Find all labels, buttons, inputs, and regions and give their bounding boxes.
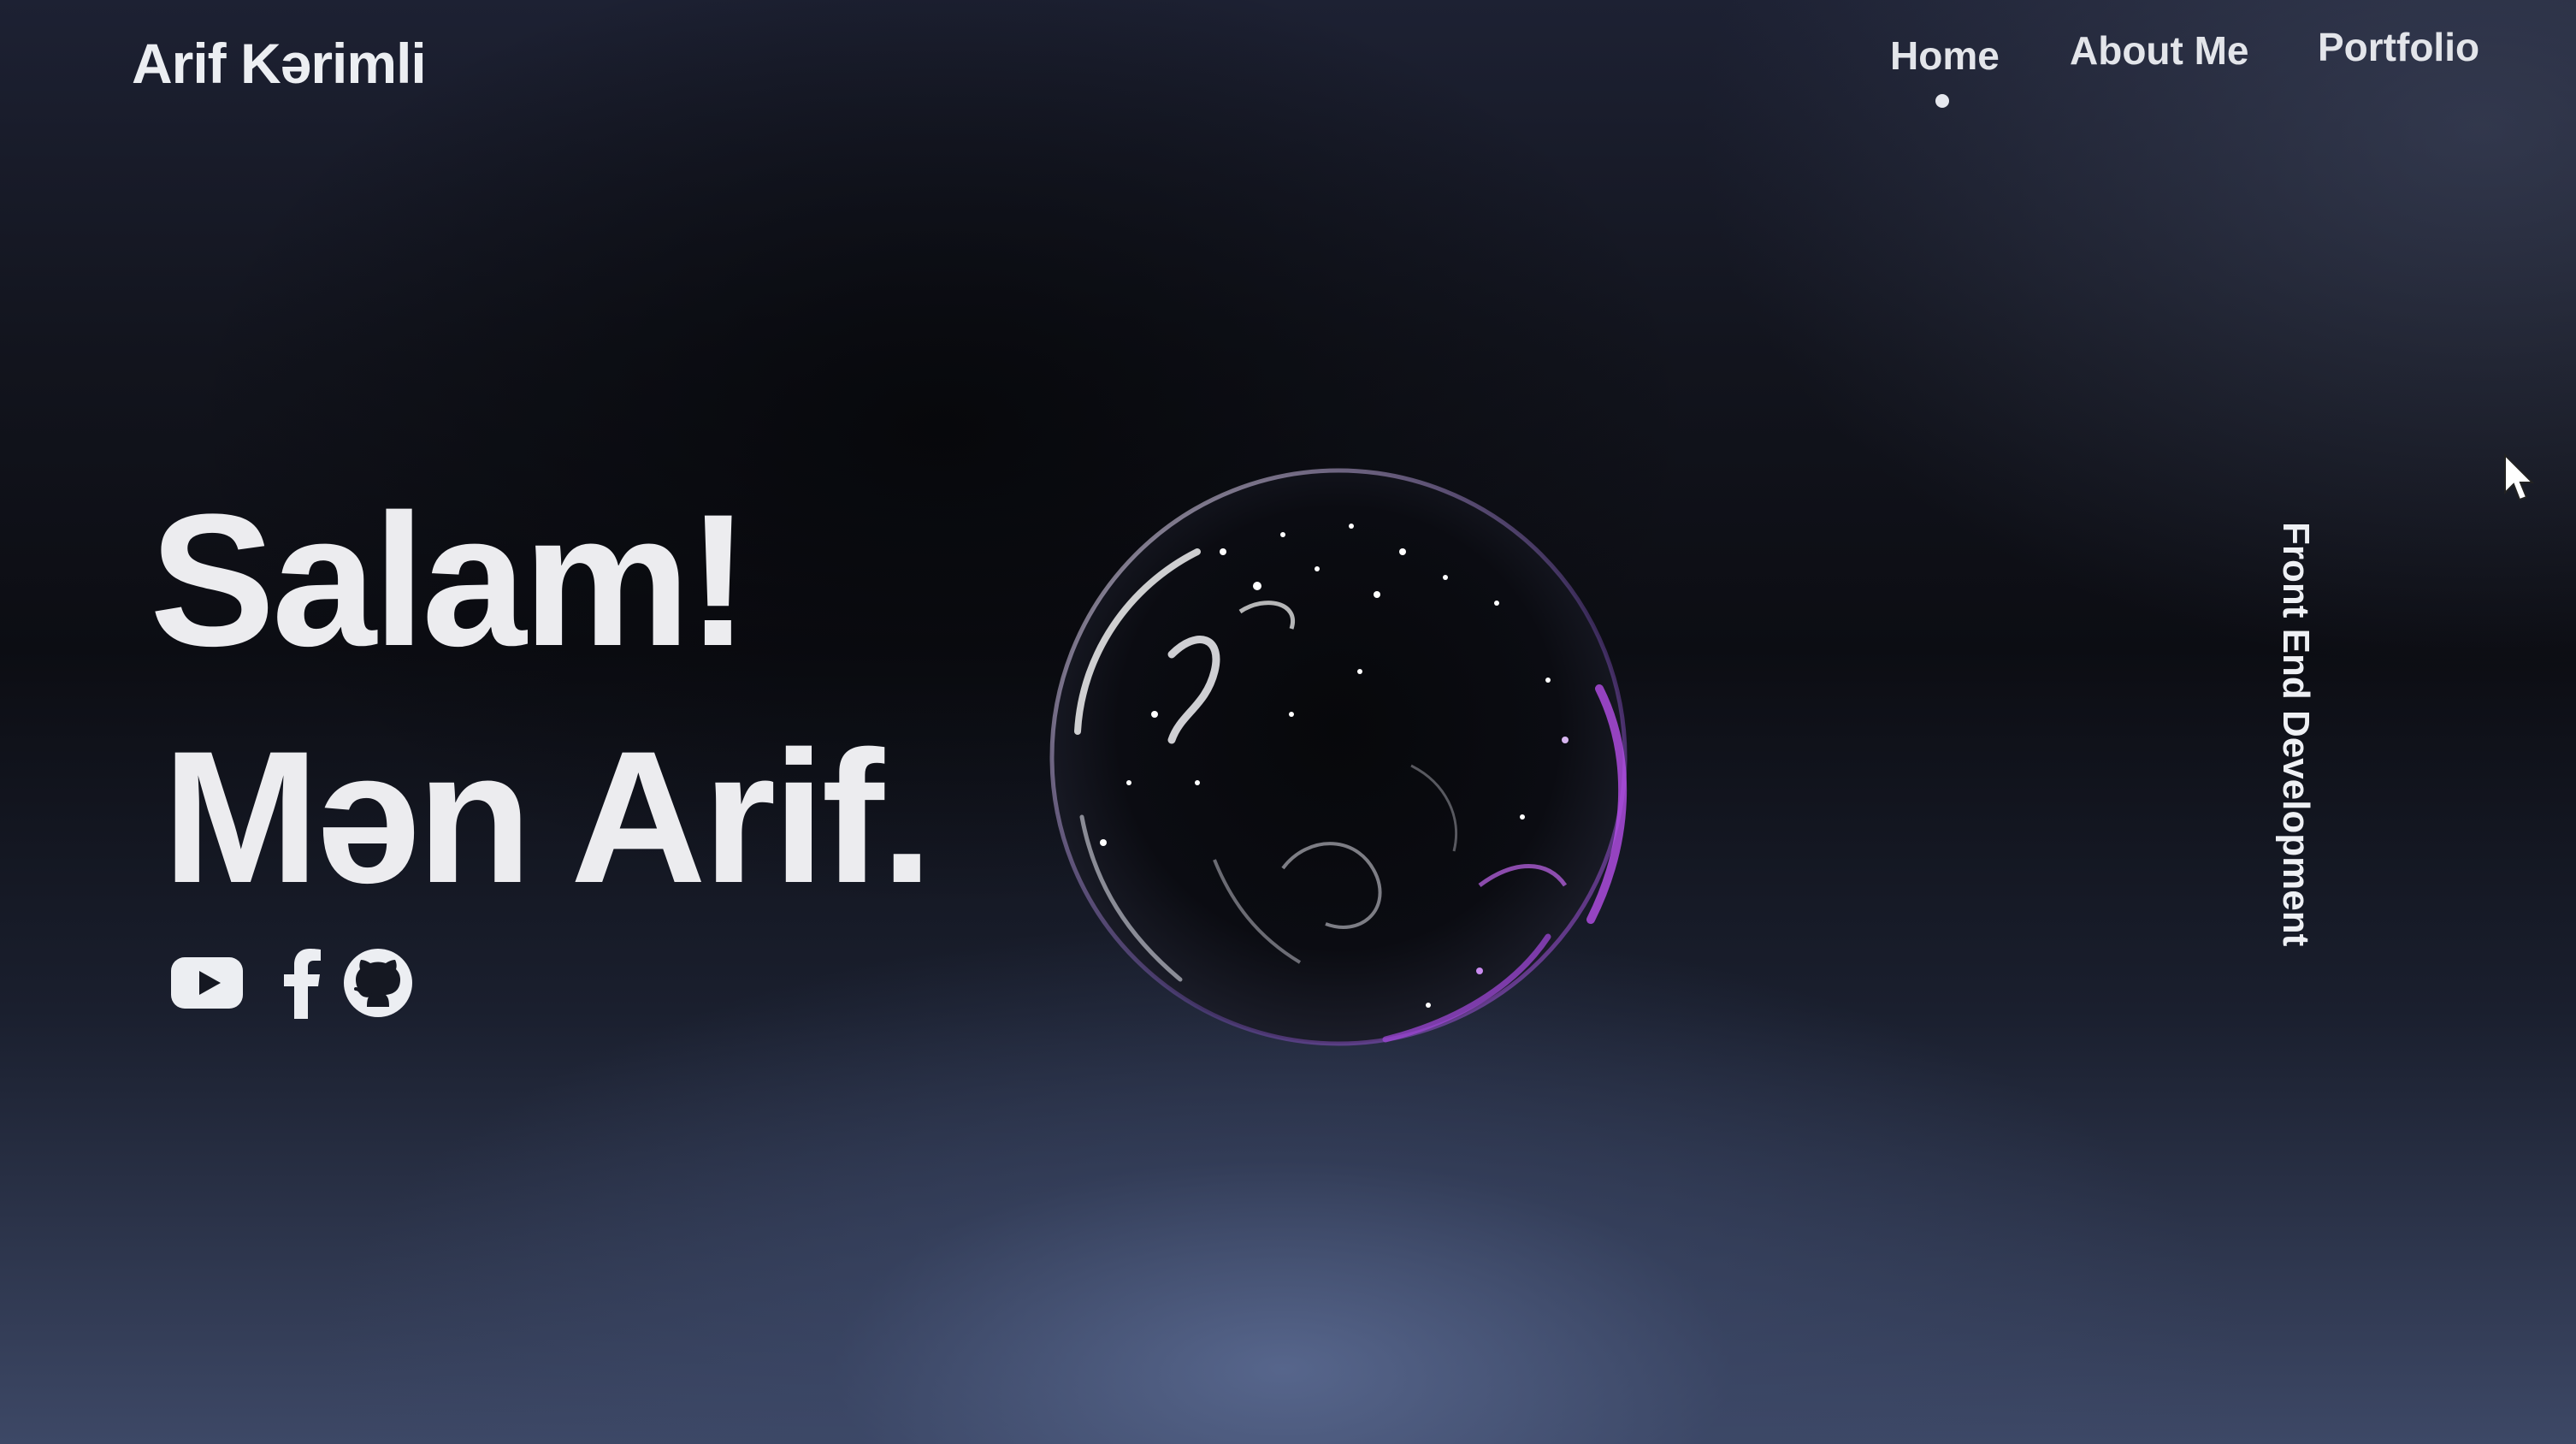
hero-greeting: Salam!	[150, 475, 749, 685]
social-links	[169, 945, 426, 1022]
youtube-icon[interactable]	[169, 945, 245, 1021]
nav-about-me[interactable]: About Me	[2070, 27, 2249, 74]
vertical-tagline: Front End Development	[2271, 522, 2322, 946]
tagline-text: Front End Development	[2275, 522, 2317, 947]
site-logo[interactable]: Arif Kərimli	[132, 31, 427, 96]
hero-page: Arif Kərimli Home About Me Portfolio Sal…	[0, 0, 2576, 1444]
mouse-cursor-icon	[2504, 453, 2535, 501]
nav-home[interactable]: Home	[1890, 33, 2000, 79]
hero-intro: Mən Arif.	[162, 712, 933, 922]
github-icon[interactable]	[340, 945, 416, 1021]
main-nav: Home About Me Portfolio	[1839, 24, 2489, 120]
facebook-icon[interactable]	[265, 945, 340, 1021]
nav-portfolio[interactable]: Portfolio	[2318, 24, 2479, 70]
glass-sphere-graphic	[1049, 468, 1628, 1046]
active-indicator-dot	[1935, 94, 1949, 108]
